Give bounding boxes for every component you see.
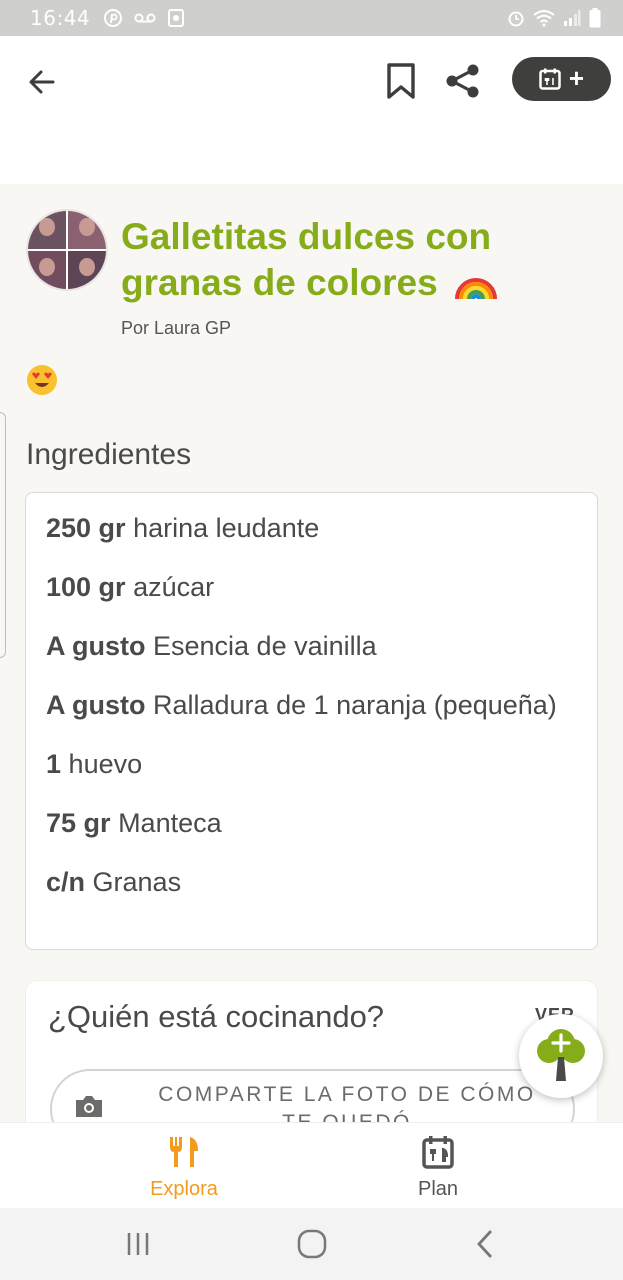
home-icon	[297, 1229, 327, 1259]
back-button[interactable]	[22, 62, 62, 102]
ingredients-list: 250 gr harina leudante 100 gr azúcar A g…	[25, 492, 598, 950]
status-bar: 16:44	[0, 0, 623, 36]
ingredient-item: 250 gr harina leudante	[46, 513, 320, 543]
rainbow-emoji-icon	[454, 265, 498, 312]
bottom-navigation: Explora Plan	[0, 1122, 623, 1208]
ingredient-item: 75 gr Manteca	[46, 808, 222, 838]
calendar-icon	[539, 68, 561, 90]
calendar-icon	[422, 1136, 454, 1169]
system-back-button[interactable]	[465, 1228, 505, 1260]
wifi-icon	[533, 9, 555, 27]
nav-explora-label: Explora	[150, 1178, 218, 1200]
signal-icon	[563, 9, 581, 27]
cooksnap-fab[interactable]	[519, 1014, 603, 1098]
bookmark-icon	[387, 63, 415, 99]
back-arrow-icon	[29, 70, 55, 94]
ingredient-item: A gusto Ralladura de 1 naranja (pequeña)	[46, 690, 557, 720]
fork-knife-icon	[170, 1137, 198, 1167]
recipe-author[interactable]: Por Laura GP	[121, 318, 231, 339]
camera-icon	[74, 1093, 104, 1124]
plus-label: +	[568, 63, 585, 93]
share-button[interactable]	[442, 60, 484, 102]
chevron-left-icon	[477, 1230, 493, 1258]
heart-eyes-emoji-icon	[26, 364, 58, 396]
home-button[interactable]	[292, 1228, 332, 1260]
recipe-content[interactable]: Galletitas dulces con granas de colores …	[0, 184, 623, 1124]
author-avatar[interactable]	[26, 209, 108, 291]
recent-apps-icon	[127, 1233, 149, 1255]
ingredient-item: c/n Granas	[46, 867, 182, 897]
nav-explora[interactable]: Explora	[114, 1135, 254, 1201]
bookmark-button[interactable]	[380, 60, 422, 102]
share-photo-label: COMPARTE LA FOTO DE CÓMO TE QUEDÓ	[158, 1083, 536, 1124]
ingredient-item: A gusto Esencia de vainilla	[46, 631, 377, 661]
broccoli-add-icon	[537, 1029, 585, 1081]
ingredient-item: 1 huevo	[46, 749, 143, 779]
pinterest-icon	[104, 9, 123, 27]
share-icon	[446, 64, 479, 98]
nav-plan-label: Plan	[417, 1178, 459, 1200]
ingredient-item: 100 gr azúcar	[46, 572, 215, 602]
share-photo-button[interactable]: COMPARTE LA FOTO DE CÓMO TE QUEDÓ	[50, 1069, 575, 1124]
left-edge-tab	[0, 412, 6, 658]
system-navigation-bar	[0, 1208, 623, 1280]
alarm-icon	[507, 9, 525, 27]
recipe-title: Galletitas dulces con granas de colores	[121, 214, 521, 312]
recent-apps-button[interactable]	[118, 1228, 158, 1260]
battery-icon	[589, 8, 601, 28]
who-is-cooking-title: ¿Quién está cocinando?	[48, 999, 385, 1034]
recipe-title-text: Galletitas dulces con granas de colores	[121, 216, 492, 303]
app-bar: +	[0, 36, 623, 184]
add-to-plan-button[interactable]: +	[512, 57, 611, 101]
nav-plan[interactable]: Plan	[368, 1135, 508, 1201]
voicemail-icon	[134, 11, 156, 25]
who-is-cooking-card: ¿Quién está cocinando? VER COMPARTE LA F…	[25, 980, 598, 1124]
status-time: 16:44	[30, 6, 91, 30]
app-icon	[168, 9, 185, 27]
ingredients-heading: Ingredientes	[26, 438, 192, 471]
